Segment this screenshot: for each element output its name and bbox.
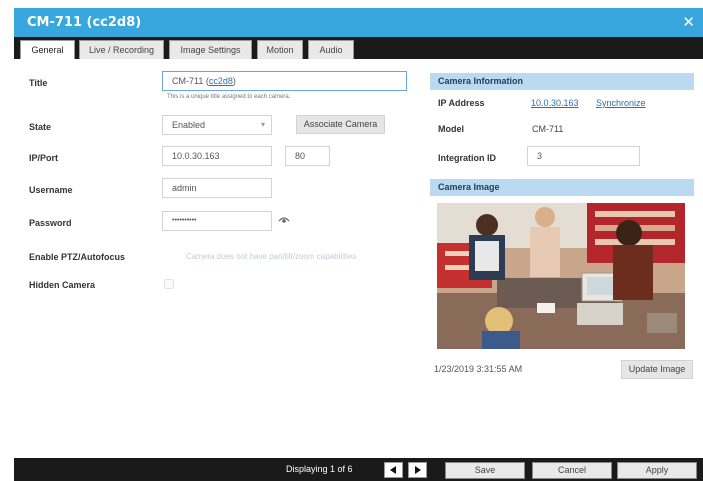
arrow-left-icon bbox=[390, 466, 396, 474]
password-input[interactable]: •••••••••• bbox=[162, 211, 272, 231]
camera-snapshot-image bbox=[437, 203, 685, 349]
tab-bar: General Live / Recording Image Settings … bbox=[14, 37, 703, 59]
dialog-titlebar: CM-711 (cc2d8) ✕ bbox=[14, 8, 703, 37]
state-label: State bbox=[29, 122, 52, 132]
hidden-camera-label: Hidden Camera bbox=[29, 280, 96, 290]
integration-id-input[interactable]: 3 bbox=[527, 146, 640, 166]
previous-button[interactable] bbox=[384, 462, 403, 478]
camera-information-header: Camera Information bbox=[430, 73, 694, 90]
synchronize-link[interactable]: Synchronize bbox=[596, 98, 646, 108]
integration-id-label: Integration ID bbox=[438, 153, 496, 163]
port-input[interactable]: 80 bbox=[285, 146, 330, 166]
dialog-footer: Displaying 1 of 6 Save Cancel Apply bbox=[14, 458, 703, 481]
hidden-camera-checkbox[interactable] bbox=[164, 279, 174, 289]
dialog-title: CM-711 (cc2d8) bbox=[27, 15, 142, 30]
ip-port-label: IP/Port bbox=[29, 153, 59, 163]
username-label: Username bbox=[29, 185, 73, 195]
ptz-note: Camera does not have pan/tilt/zoom capab… bbox=[186, 252, 357, 261]
paging-text: Displaying 1 of 6 bbox=[286, 464, 353, 474]
title-value-prefix: CM-711 ( bbox=[172, 76, 209, 86]
title-label: Title bbox=[29, 78, 48, 88]
tab-audio[interactable]: Audio bbox=[308, 40, 354, 59]
image-timestamp: 1/23/2019 3:31:55 AM bbox=[434, 364, 523, 374]
ip-address-label: IP Address bbox=[438, 98, 485, 108]
tab-image-settings[interactable]: Image Settings bbox=[169, 40, 252, 59]
arrow-right-icon bbox=[415, 466, 421, 474]
apply-button[interactable]: Apply bbox=[617, 462, 697, 479]
state-select[interactable]: Enabled ▾ bbox=[162, 115, 272, 135]
title-value-suffix: ) bbox=[232, 76, 236, 86]
password-label: Password bbox=[29, 218, 72, 228]
model-value: CM-711 bbox=[532, 124, 564, 134]
ptz-label: Enable PTZ/Autofocus bbox=[29, 252, 126, 262]
cancel-button[interactable]: Cancel bbox=[532, 462, 612, 479]
ip-input[interactable]: 10.0.30.163 bbox=[162, 146, 272, 166]
ip-address-link[interactable]: 10.0.30.163 bbox=[531, 98, 579, 108]
update-image-button[interactable]: Update Image bbox=[621, 360, 693, 379]
next-button[interactable] bbox=[408, 462, 427, 478]
chevron-down-icon: ▾ bbox=[260, 120, 265, 129]
title-input[interactable]: CM-711 (cc2d8) bbox=[162, 71, 407, 91]
username-input[interactable]: admin bbox=[162, 178, 272, 198]
associate-camera-button[interactable]: Associate Camera bbox=[296, 115, 385, 134]
tab-live-recording[interactable]: Live / Recording bbox=[79, 40, 164, 59]
title-value-link[interactable]: cc2d8 bbox=[209, 76, 233, 86]
tab-general[interactable]: General bbox=[20, 40, 75, 59]
eye-icon[interactable] bbox=[278, 215, 290, 225]
close-icon[interactable]: ✕ bbox=[682, 13, 695, 31]
tab-motion[interactable]: Motion bbox=[257, 40, 303, 59]
model-label: Model bbox=[438, 124, 464, 134]
camera-image-header: Camera Image bbox=[430, 179, 694, 196]
state-value: Enabled bbox=[172, 120, 206, 130]
title-hint: This is a unique title assigned to each … bbox=[167, 94, 291, 100]
save-button[interactable]: Save bbox=[445, 462, 525, 479]
